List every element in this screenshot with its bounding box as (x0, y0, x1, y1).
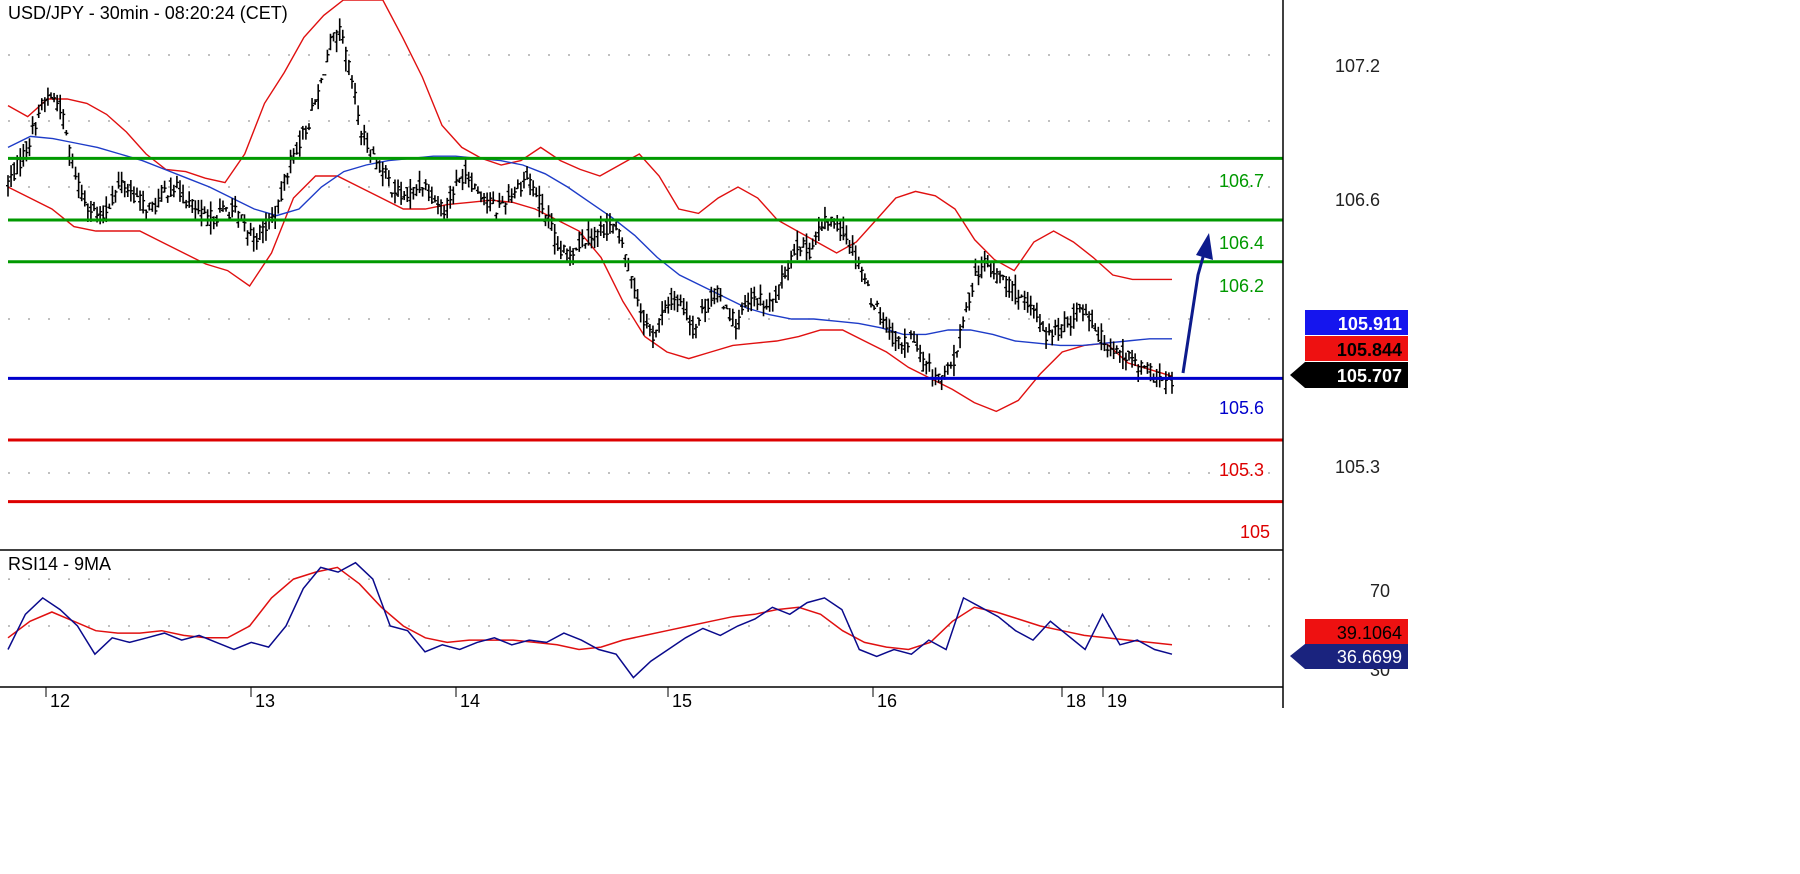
x-tick-label: 19 (1107, 691, 1127, 711)
resistance-label: 106.7 (1219, 171, 1264, 191)
support-label: 105 (1240, 522, 1270, 542)
price-tag-ma: 105.911 (1305, 310, 1408, 335)
rsi-title: RSI14 - 9MA (8, 554, 111, 574)
price-tick-label: 107.2 (1335, 56, 1380, 76)
price-tag-last: 105.707 (1290, 362, 1408, 388)
price-tags: 105.911 105.844 105.707 (1290, 310, 1408, 388)
x-tick-label: 14 (460, 691, 480, 711)
chart-background (0, 0, 1800, 874)
x-tick-label: 18 (1066, 691, 1086, 711)
price-tick-label: 106.6 (1335, 190, 1380, 210)
price-tag-label: 105.707 (1337, 366, 1402, 386)
x-tick-label: 12 (50, 691, 70, 711)
resistance-label: 106.2 (1219, 276, 1264, 296)
rsi-tag-label: 39.1064 (1337, 623, 1402, 643)
support-label: 105.3 (1219, 460, 1264, 480)
rsi-tag-ma: 39.1064 (1305, 619, 1408, 644)
x-tick-label: 15 (672, 691, 692, 711)
support-label: 105.6 (1219, 398, 1264, 418)
rsi-tick-label: 70 (1370, 581, 1390, 601)
rsi-tag-last: 36.6699 (1290, 644, 1408, 669)
price-tag-band: 105.844 (1305, 336, 1408, 361)
price-tick-label: 105.3 (1335, 457, 1380, 477)
x-tick-label: 13 (255, 691, 275, 711)
resistance-label: 106.4 (1219, 233, 1264, 253)
rsi-tags: 39.1064 36.6699 (1290, 619, 1408, 669)
x-tick-label: 16 (877, 691, 897, 711)
price-tag-label: 105.911 (1338, 314, 1402, 334)
usdjpy-chart: USD/JPY - 30min - 08:20:24 (CET) 107.2 1… (0, 0, 1800, 874)
chart-title: USD/JPY - 30min - 08:20:24 (CET) (8, 3, 288, 23)
price-tag-label: 105.844 (1337, 340, 1402, 360)
rsi-tag-label: 36.6699 (1337, 647, 1402, 667)
